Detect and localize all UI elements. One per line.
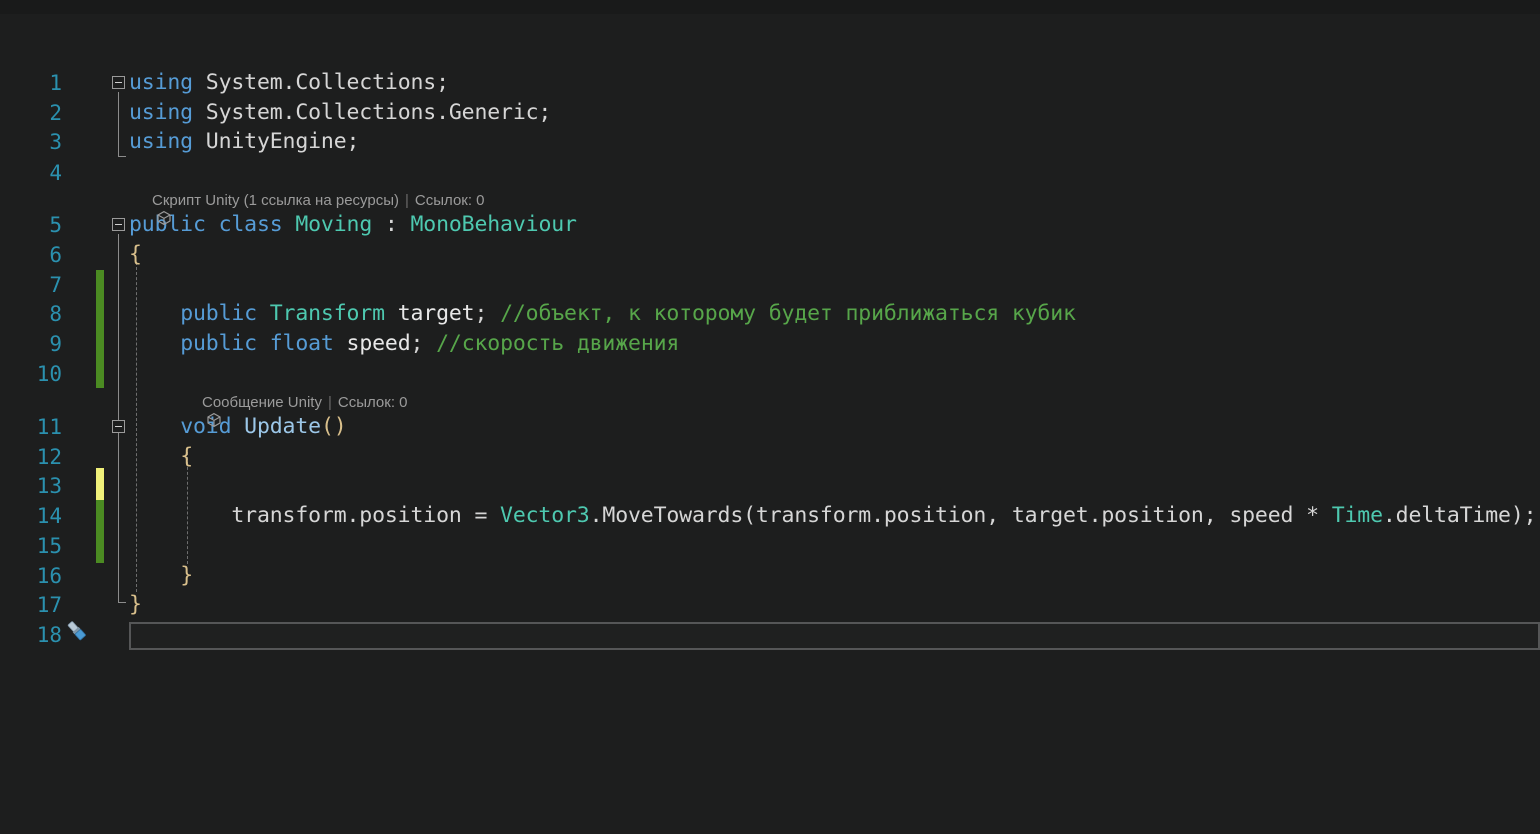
fold-region-usings <box>118 92 119 156</box>
keyword-float: float <box>270 331 334 356</box>
multiply-operator: * <box>1306 503 1319 528</box>
code-line-14[interactable]: transform.position = Vector3.MoveTowards… <box>129 501 1536 531</box>
close-brace-update: } <box>180 563 193 588</box>
code-line-9[interactable]: public float speed; //скорость движения <box>129 329 679 359</box>
line-number-2: 2 <box>0 98 62 128</box>
code-line-11[interactable]: void Update() <box>129 412 347 442</box>
sp <box>231 414 244 439</box>
sp <box>206 212 219 237</box>
change-bar-pending <box>96 468 104 500</box>
fold-region-class <box>118 234 119 602</box>
comment-target: //объект, к которому будет приближаться … <box>500 301 1076 326</box>
indent <box>129 414 180 439</box>
unity-cube-icon <box>181 395 197 411</box>
fold-toggle-class[interactable] <box>112 218 125 231</box>
code-line-1[interactable]: using System.Collections; <box>129 68 449 98</box>
line-number-4: 4 <box>0 158 62 188</box>
indent <box>129 503 231 528</box>
code-line-5[interactable]: public class Moving : MonoBehaviour <box>129 210 577 240</box>
code-line-1-rest: System.Collections; <box>193 70 449 95</box>
code-line-2-rest: System.Collections.Generic; <box>193 100 551 125</box>
keyword-public-speed: public <box>180 331 257 356</box>
expr-transform-position: transform.position <box>231 503 474 528</box>
editor-top-band <box>0 0 1540 14</box>
semicolon: ; <box>411 331 437 356</box>
indent <box>129 444 180 469</box>
identifier-speed: speed <box>347 331 411 356</box>
line-number-12: 12 <box>0 442 62 472</box>
change-bar-added-upper <box>96 270 104 388</box>
expr-movetowards-args: .MoveTowards(transform.position, target.… <box>590 503 1306 528</box>
keyword-public-field: public <box>180 301 257 326</box>
sp <box>1319 503 1332 528</box>
indent <box>129 331 180 356</box>
method-update: Update <box>244 414 321 439</box>
line-number-15: 15 <box>0 531 62 561</box>
line-number-16: 16 <box>0 561 62 591</box>
sp <box>257 331 270 356</box>
line-number-7: 7 <box>0 270 62 300</box>
fold-region-class-foot <box>118 602 126 603</box>
fold-toggle-usings[interactable] <box>112 76 125 89</box>
code-line-17[interactable]: } <box>129 590 142 620</box>
type-monobehaviour: MonoBehaviour <box>411 212 577 237</box>
keyword-using-2: using <box>129 100 193 125</box>
line-number-5: 5 <box>0 210 62 240</box>
identifier-target: target <box>398 301 475 326</box>
keyword-class: class <box>219 212 283 237</box>
colon: : <box>372 212 410 237</box>
fold-region-usings-foot <box>118 156 126 157</box>
line-number-17: 17 <box>0 590 62 620</box>
sp <box>487 503 500 528</box>
close-brace-class: } <box>129 592 142 617</box>
code-line-3[interactable]: using UnityEngine; <box>129 127 359 157</box>
line-number-3: 3 <box>0 127 62 157</box>
code-line-16[interactable]: } <box>129 561 193 591</box>
fold-toggle-update[interactable] <box>112 420 125 433</box>
sp <box>283 212 296 237</box>
line-number-9: 9 <box>0 329 62 359</box>
codelens-method-separator: | <box>328 394 332 411</box>
type-transform: Transform <box>270 301 385 326</box>
codelens-class-label[interactable]: Скрипт Unity (1 ссылка на ресурсы) <box>152 192 399 209</box>
line-number-1: 1 <box>0 68 62 98</box>
codelens-method-references[interactable]: Ссылок: 0 <box>338 394 408 411</box>
comment-speed: //скорость движения <box>436 331 679 356</box>
line-number-8: 8 <box>0 299 62 329</box>
line-number-11: 11 <box>0 412 62 442</box>
sp <box>334 331 347 356</box>
line-number-10: 10 <box>0 359 62 389</box>
line-number-6: 6 <box>0 240 62 270</box>
sp <box>257 301 270 326</box>
type-vector3: Vector3 <box>500 503 590 528</box>
keyword-using-3: using <box>129 129 193 154</box>
unity-cube-icon <box>131 193 147 209</box>
line-number-18: 18 <box>0 620 62 650</box>
assign-operator: = <box>474 503 487 528</box>
code-line-8[interactable]: public Transform target; //объект, к кот… <box>129 299 1076 329</box>
line-number-13: 13 <box>0 471 62 501</box>
code-editor[interactable]: 1 2 3 4 5 6 7 8 9 10 11 12 13 14 15 16 1… <box>0 0 1540 834</box>
indent <box>129 563 180 588</box>
semicolon: ; <box>474 301 500 326</box>
line-number-14: 14 <box>0 501 62 531</box>
indent <box>129 301 180 326</box>
quick-actions-bar[interactable] <box>129 622 1540 650</box>
keyword-using-1: using <box>129 70 193 95</box>
type-time: Time <box>1332 503 1383 528</box>
paintbrush-icon[interactable] <box>64 618 90 644</box>
code-line-2[interactable]: using System.Collections.Generic; <box>129 98 551 128</box>
expr-deltatime: .deltaTime); <box>1383 503 1537 528</box>
codelens-method[interactable]: Сообщение Unity | Ссылок: 0 <box>181 390 408 415</box>
codelens-class-references[interactable]: Ссылок: 0 <box>415 192 485 209</box>
parens: () <box>321 414 347 439</box>
change-bar-added-lower <box>96 500 104 563</box>
sp <box>385 301 398 326</box>
code-line-3-rest: UnityEngine; <box>193 129 359 154</box>
type-moving: Moving <box>295 212 372 237</box>
codelens-class[interactable]: Скрипт Unity (1 ссылка на ресурсы) | Ссы… <box>131 188 485 213</box>
codelens-class-separator: | <box>405 192 409 209</box>
codelens-method-label[interactable]: Сообщение Unity <box>202 394 322 411</box>
